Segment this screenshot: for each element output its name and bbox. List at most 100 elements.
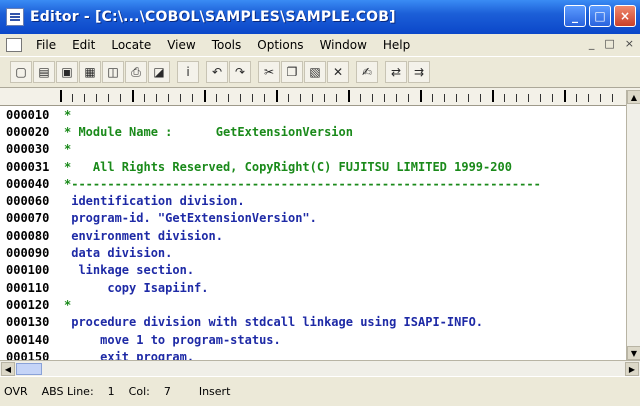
line-number: 000020 xyxy=(6,124,50,139)
code-text[interactable]: exit program. xyxy=(64,350,194,360)
line-number: 000010 xyxy=(6,107,50,122)
scroll-up-icon[interactable]: ▲ xyxy=(627,90,640,104)
code-text[interactable]: copy Isapiinf. xyxy=(64,281,208,295)
copy-icon[interactable]: ❐ xyxy=(281,61,303,83)
doc-minimize-button[interactable]: _ xyxy=(589,37,595,50)
menu-edit[interactable]: Edit xyxy=(64,38,103,52)
menu-help[interactable]: Help xyxy=(375,38,418,52)
app-icon[interactable] xyxy=(6,8,24,26)
code-line[interactable]: 000130 procedure division with stdcall l… xyxy=(0,314,626,331)
scroll-thumb[interactable] xyxy=(16,363,42,375)
code-text[interactable]: environment division. xyxy=(64,229,223,243)
menu-window[interactable]: Window xyxy=(312,38,375,52)
status-line-label: Line: xyxy=(67,385,94,398)
code-text[interactable]: procedure division with stdcall linkage … xyxy=(64,315,483,329)
code-line[interactable]: 000100 linkage section. xyxy=(0,262,626,279)
paste-icon[interactable]: ▧ xyxy=(304,61,326,83)
code-text[interactable]: * xyxy=(64,142,71,156)
line-number: 000080 xyxy=(6,228,50,243)
code-text[interactable]: * All Rights Reserved, CopyRight(C) FUJI… xyxy=(64,160,512,174)
code-text[interactable]: linkage section. xyxy=(64,263,194,277)
menu-bar: File Edit Locate View Tools Options Wind… xyxy=(0,34,640,56)
code-line[interactable]: 000031 * All Rights Reserved, CopyRight(C… xyxy=(0,158,626,175)
line-number: 000130 xyxy=(6,315,50,330)
info-icon[interactable]: i xyxy=(177,61,199,83)
column-ruler xyxy=(0,88,640,106)
scroll-right-icon[interactable]: ▶ xyxy=(625,362,639,376)
code-line[interactable]: 000010 * xyxy=(0,106,626,123)
status-col-label: Col: xyxy=(128,385,150,398)
menu-options[interactable]: Options xyxy=(249,38,311,52)
line-number: 000100 xyxy=(6,263,50,278)
code-text[interactable]: move 1 to program-status. xyxy=(64,333,281,347)
save-all-icon[interactable]: ▦ xyxy=(79,61,101,83)
line-number: 000110 xyxy=(6,280,50,295)
doc-restore-button[interactable]: □ xyxy=(604,37,614,50)
document-icon[interactable] xyxy=(6,38,22,52)
code-line[interactable]: 000080 environment division. xyxy=(0,227,626,244)
delete-icon[interactable]: ✕ xyxy=(327,61,349,83)
replace-next-icon[interactable]: ⇉ xyxy=(408,61,430,83)
code-line[interactable]: 000020 * Module Name : GetExtensionVersio… xyxy=(0,123,626,140)
code-line[interactable]: 000110 copy Isapiinf. xyxy=(0,279,626,296)
menu-tools[interactable]: Tools xyxy=(204,38,250,52)
status-bar: OVR ABS Line: 1 Col: 7 Insert xyxy=(0,376,640,406)
status-abs-label: ABS xyxy=(41,385,64,398)
line-number: 000040 xyxy=(6,176,50,191)
scroll-left-icon[interactable]: ◀ xyxy=(1,362,15,376)
print-icon[interactable]: ⎙ xyxy=(125,61,147,83)
line-number: 000031 xyxy=(6,159,50,174)
code-text[interactable]: identification division. xyxy=(64,194,244,208)
code-editor[interactable]: 000010 * 000020 * Module Name : GetExtensio… xyxy=(0,106,626,360)
document-window-controls: _ □ × xyxy=(589,37,634,50)
vertical-scrollbar[interactable]: ▲ ▼ xyxy=(626,90,640,360)
title-bar: Editor - [C:\...\COBOL\SAMPLES\SAMPLE.CO… xyxy=(0,0,640,34)
status-line-value: 1 xyxy=(107,385,115,398)
code-line[interactable]: 000140 move 1 to program-status. xyxy=(0,331,626,348)
line-number: 000030 xyxy=(6,142,50,157)
code-line[interactable]: 000030 * xyxy=(0,141,626,158)
replace-icon[interactable]: ⇄ xyxy=(385,61,407,83)
line-number: 000090 xyxy=(6,246,50,261)
new-icon[interactable]: ▢ xyxy=(10,61,32,83)
maximize-button[interactable]: □ xyxy=(589,5,611,27)
code-line[interactable]: 000040 *---------------------------------… xyxy=(0,175,626,192)
scroll-down-icon[interactable]: ▼ xyxy=(627,346,640,360)
menu-locate[interactable]: Locate xyxy=(103,38,159,52)
menu-view[interactable]: View xyxy=(159,38,203,52)
code-text[interactable]: * Module Name : GetExtensionVersion xyxy=(64,125,353,139)
properties-icon[interactable]: ◪ xyxy=(148,61,170,83)
close-button[interactable]: × xyxy=(614,5,636,27)
line-number: 000060 xyxy=(6,194,50,209)
line-number: 000120 xyxy=(6,297,50,312)
status-insert-mode: Insert xyxy=(198,385,231,398)
code-line[interactable]: 000060 identification division. xyxy=(0,192,626,209)
toolbar: ▢ ▤ ▣ ▦ ◫ ⎙ ◪ i ↶ ↷ ✂ ❐ ▧ ✕ ✍ ⇄ ⇉ xyxy=(0,56,640,88)
code-line[interactable]: 000150 exit program. xyxy=(0,348,626,360)
save-icon[interactable]: ▣ xyxy=(56,61,78,83)
doc-close-button[interactable]: × xyxy=(625,37,634,50)
horizontal-scrollbar[interactable]: ◀ ▶ xyxy=(0,360,640,376)
window-title: Editor - [C:\...\COBOL\SAMPLES\SAMPLE.CO… xyxy=(30,9,396,25)
code-text[interactable]: * xyxy=(64,108,71,122)
find-icon[interactable]: ✍ xyxy=(356,61,378,83)
line-number: 000070 xyxy=(6,211,50,226)
open-icon[interactable]: ▤ xyxy=(33,61,55,83)
code-text[interactable]: *---------------------------------------… xyxy=(64,177,541,191)
status-col-value: 7 xyxy=(163,385,171,398)
menu-file[interactable]: File xyxy=(28,38,64,52)
status-mode: OVR xyxy=(4,385,28,398)
print-preview-icon[interactable]: ◫ xyxy=(102,61,124,83)
ruler-major-ticks xyxy=(60,90,620,102)
code-text[interactable]: program-id. "GetExtensionVersion". xyxy=(64,211,317,225)
minimize-button[interactable]: _ xyxy=(564,5,586,27)
code-line[interactable]: 000090 data division. xyxy=(0,244,626,261)
redo-icon[interactable]: ↷ xyxy=(229,61,251,83)
code-line[interactable]: 000120 * xyxy=(0,296,626,313)
code-text[interactable]: * xyxy=(64,298,71,312)
cut-icon[interactable]: ✂ xyxy=(258,61,280,83)
undo-icon[interactable]: ↶ xyxy=(206,61,228,83)
code-line[interactable]: 000070 program-id. "GetExtensionVersion"… xyxy=(0,210,626,227)
status-abs: ABS Line: xyxy=(42,385,94,398)
code-text[interactable]: data division. xyxy=(64,246,172,260)
